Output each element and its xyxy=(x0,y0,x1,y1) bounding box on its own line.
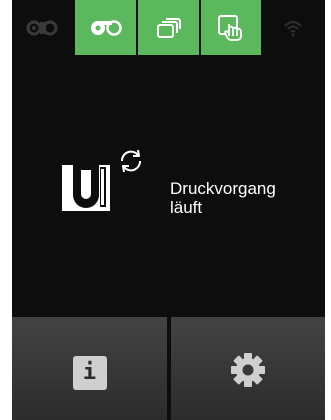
sync-icon xyxy=(118,148,144,179)
bottom-bar: i xyxy=(12,317,325,420)
info-button[interactable]: i xyxy=(12,317,167,420)
label-roll-status[interactable] xyxy=(75,0,136,55)
print-status-text: Druckvorgang läuft xyxy=(170,179,276,217)
stack-icon xyxy=(156,16,182,40)
wifi-status[interactable] xyxy=(261,0,325,55)
settings-button[interactable] xyxy=(171,317,325,420)
touch-status[interactable] xyxy=(201,0,261,55)
stack-status[interactable] xyxy=(138,0,199,55)
wifi-icon xyxy=(283,18,303,38)
info-icon: i xyxy=(72,355,107,390)
touch-icon xyxy=(217,14,245,42)
ribbon-status[interactable] xyxy=(12,0,75,55)
printer-screen: Druckvorgang läuft i xyxy=(12,0,325,420)
tube-rack-icon xyxy=(62,165,110,216)
gear-icon xyxy=(228,350,268,395)
status-bar xyxy=(12,0,325,55)
label-roll-icon xyxy=(89,19,123,37)
main-area: Druckvorgang läuft xyxy=(12,55,325,317)
ribbon-icon xyxy=(26,19,62,37)
